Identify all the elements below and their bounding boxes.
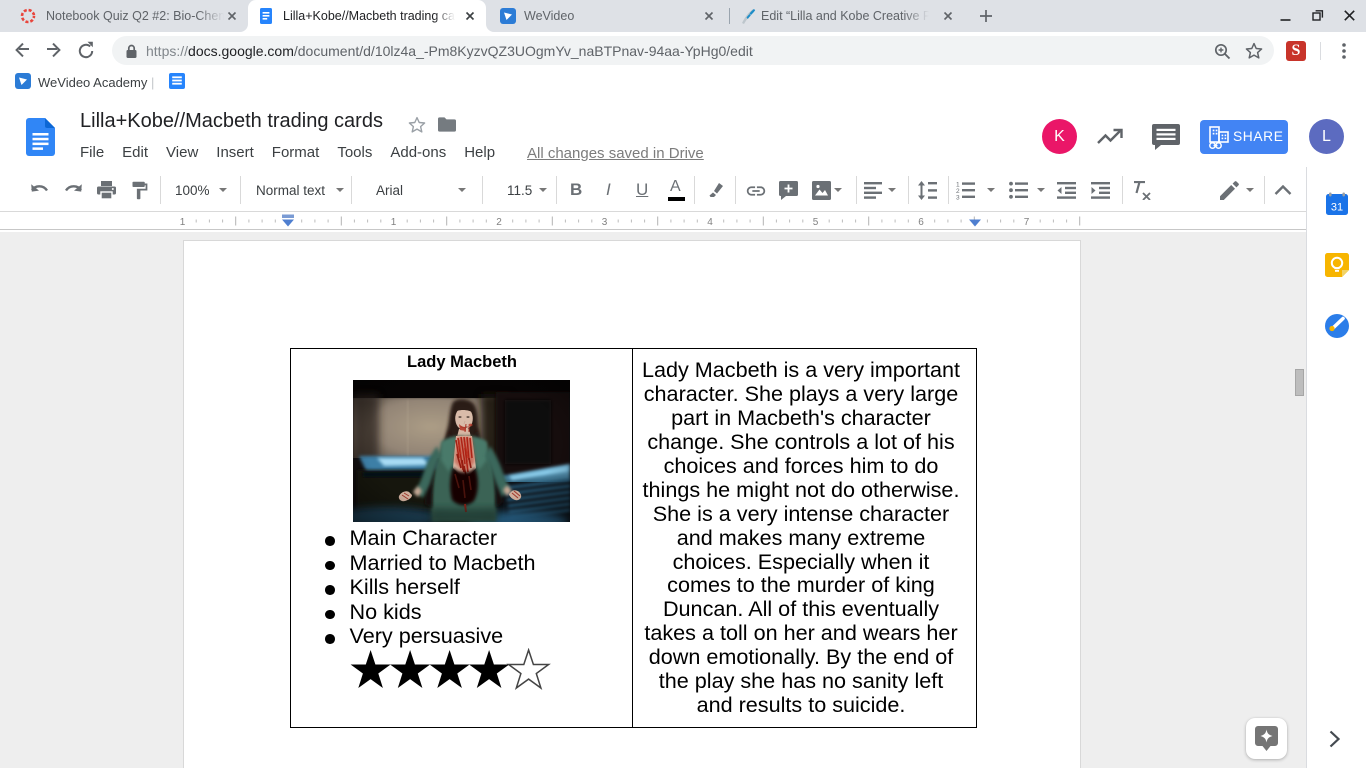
- svg-text:7: 7: [1024, 217, 1030, 228]
- svg-text:1: 1: [180, 217, 186, 228]
- svg-text:31: 31: [1331, 202, 1343, 214]
- svg-text:3: 3: [956, 195, 960, 201]
- svg-text:6: 6: [918, 217, 924, 228]
- svg-text:4: 4: [707, 217, 713, 228]
- svg-text:1: 1: [391, 217, 397, 228]
- svg-text:5: 5: [813, 217, 819, 228]
- svg-text:2: 2: [496, 217, 502, 228]
- svg-text:3: 3: [602, 217, 608, 228]
